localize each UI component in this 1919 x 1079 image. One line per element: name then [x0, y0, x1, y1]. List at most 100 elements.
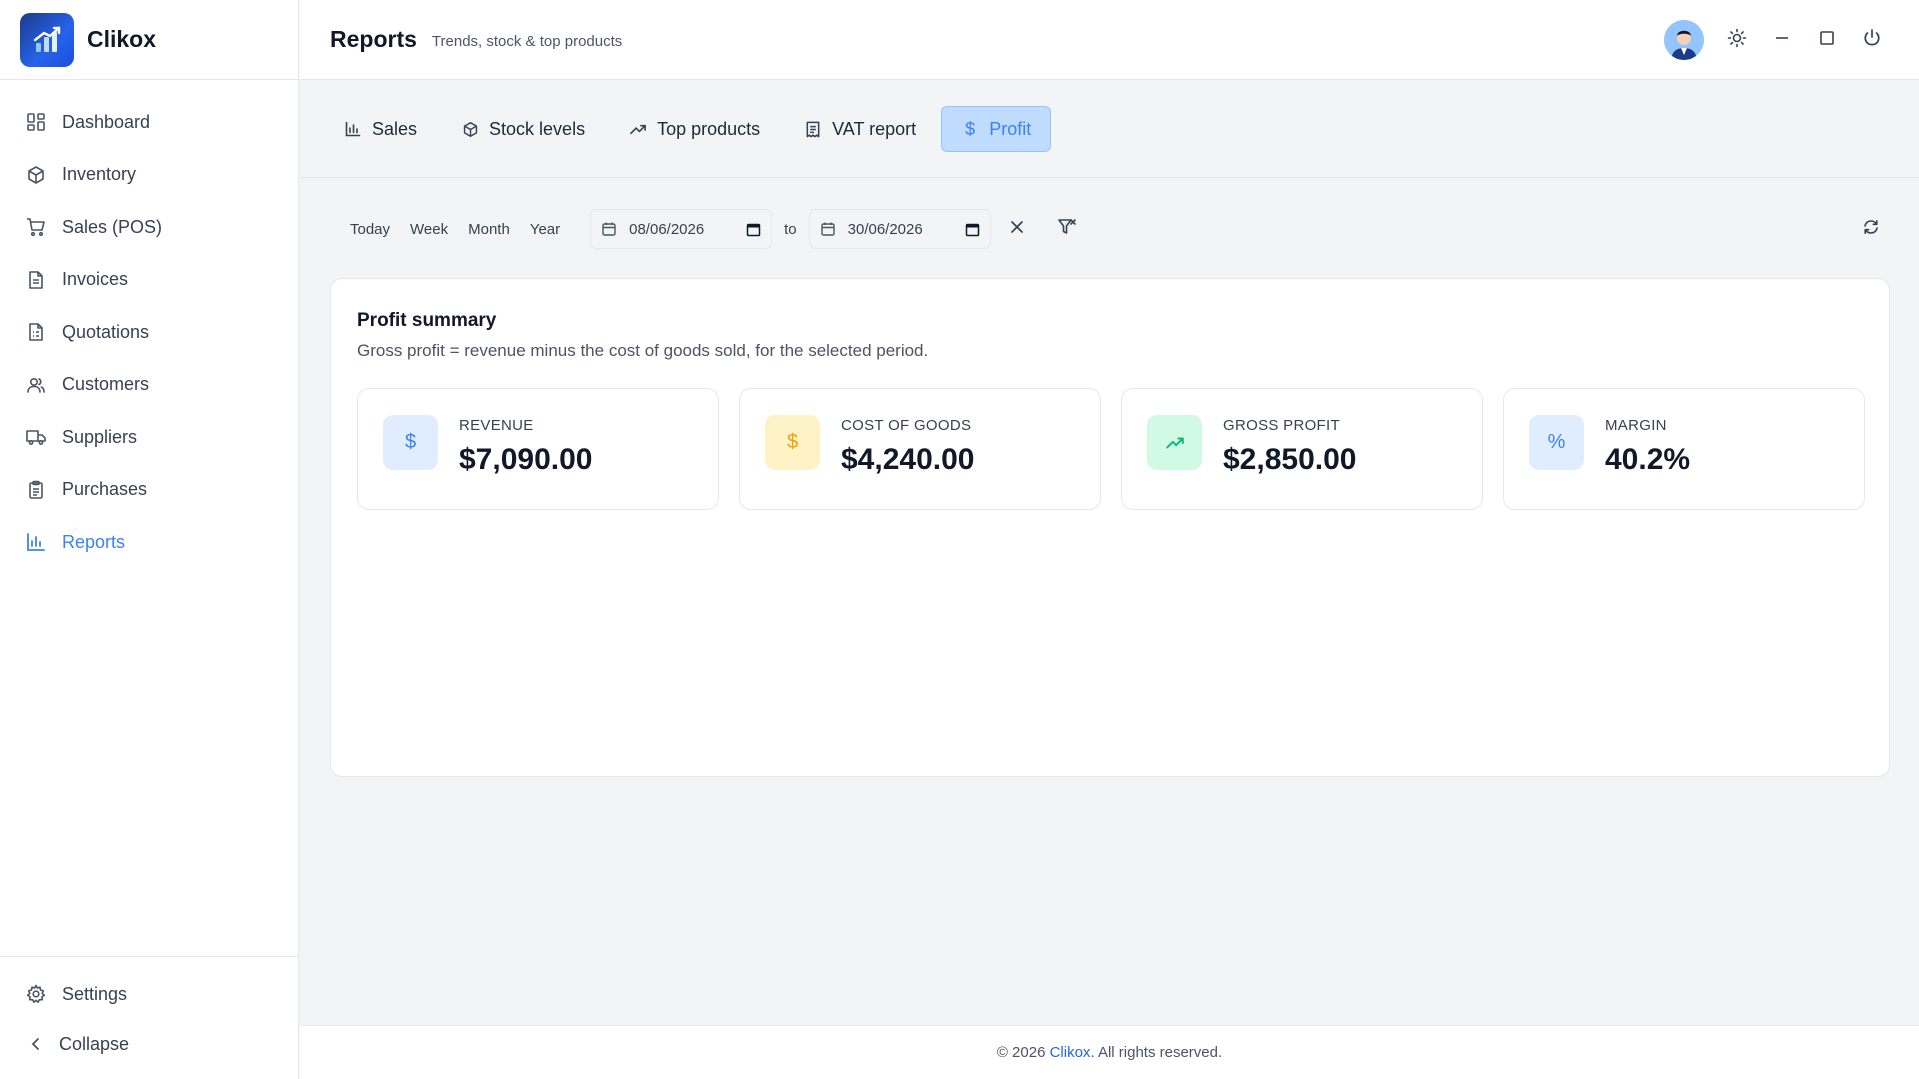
top-header: Reports Trends, stock & top products: [300, 0, 1919, 80]
date-filter-bar: Today Week Month Year 08/06/2026 to 30/0…: [330, 209, 1889, 249]
collapse-button[interactable]: Collapse: [0, 1019, 299, 1069]
dashboard-icon: [25, 111, 47, 133]
tab-label: Top products: [657, 118, 761, 139]
collapse-label: Collapse: [59, 1033, 130, 1054]
sidebar-item-invoices[interactable]: Invoices: [0, 254, 298, 307]
dollar-icon: $: [765, 415, 820, 470]
filter-clear-icon: [1057, 217, 1077, 242]
stat-label: COST OF GOODS: [841, 417, 972, 434]
dollar-icon: $: [965, 118, 976, 139]
settings-label: Settings: [62, 983, 128, 1004]
tab-sales[interactable]: Sales: [325, 106, 436, 152]
trend-up-icon: [629, 120, 647, 138]
sidebar-item-label: Inventory: [62, 164, 137, 185]
date-picker-icon[interactable]: [965, 222, 980, 237]
stat-card-revenue: $ REVENUE $7,090.00: [357, 388, 719, 510]
users-icon: [25, 374, 47, 396]
refresh-icon: [1862, 218, 1880, 241]
stat-value: 40.2%: [1605, 443, 1691, 476]
box-icon: [25, 164, 47, 186]
sidebar-item-label: Purchases: [62, 479, 148, 500]
app-name: Clikox: [87, 26, 157, 52]
clear-dates-button[interactable]: [999, 211, 1035, 247]
to-date-field[interactable]: 30/06/2026: [808, 209, 991, 249]
tab-label: VAT report: [832, 118, 917, 139]
footer-brand-link[interactable]: Clikox: [1050, 1044, 1091, 1061]
tab-label: Sales: [372, 118, 418, 139]
sidebar-item-label: Invoices: [62, 269, 129, 290]
sidebar-nav: Dashboard Inventory Sales (POS) Invoices…: [0, 80, 298, 569]
profit-summary-card: Profit summary Gross profit = revenue mi…: [330, 278, 1890, 777]
stat-cards: $ REVENUE $7,090.00 $ COST OF GOODS $4,2…: [357, 388, 1865, 510]
report-tabs: Sales Stock levels Top products VAT repo…: [300, 81, 1919, 178]
stat-value: $2,850.00: [1223, 443, 1357, 476]
to-date-value: 30/06/2026: [847, 220, 923, 238]
brand: Clikox: [0, 0, 298, 80]
sun-icon: [1727, 28, 1747, 53]
sidebar-item-reports[interactable]: Reports: [0, 516, 298, 569]
sidebar-item-label: Suppliers: [62, 426, 138, 447]
sidebar-item-dashboard[interactable]: Dashboard: [0, 96, 298, 149]
card-title: Profit summary: [357, 310, 497, 331]
from-date-value: 08/06/2026: [629, 220, 705, 238]
maximize-button[interactable]: [1804, 20, 1849, 60]
refresh-button[interactable]: [1853, 211, 1889, 247]
theme-toggle-button[interactable]: [1714, 20, 1759, 60]
sidebar-item-label: Reports: [62, 531, 126, 552]
app-logo[interactable]: [20, 12, 74, 67]
footer-prefix: © 2026: [996, 1044, 1050, 1061]
sidebar-item-customers[interactable]: Customers: [0, 359, 298, 412]
truck-icon: [25, 426, 47, 448]
tab-profit[interactable]: $ Profit: [941, 106, 1052, 152]
header-actions: [1664, 20, 1894, 60]
tab-top-products[interactable]: Top products: [610, 106, 779, 152]
cart-icon: [25, 216, 47, 238]
tab-vat-report[interactable]: VAT report: [785, 106, 935, 152]
quick-filter-month[interactable]: Month: [468, 221, 530, 238]
gear-icon: [25, 983, 47, 1005]
chevron-left-icon: [25, 1033, 47, 1055]
date-picker-icon[interactable]: [746, 222, 761, 237]
sidebar-item-inventory[interactable]: Inventory: [0, 149, 298, 202]
maximize-icon: [1818, 29, 1836, 52]
sidebar-footer: Settings Collapse: [0, 956, 299, 1079]
sidebar-item-purchases[interactable]: Purchases: [0, 464, 298, 517]
sidebar-item-suppliers[interactable]: Suppliers: [0, 411, 298, 464]
quick-filter-week[interactable]: Week: [410, 221, 468, 238]
footer-suffix: . All rights reserved.: [1090, 1044, 1223, 1061]
stat-card-cost-of-goods: $ COST OF GOODS $4,240.00: [739, 388, 1101, 510]
stat-value: $7,090.00: [459, 443, 593, 476]
stat-label: GROSS PROFIT: [1223, 417, 1340, 434]
clipboard-icon: [25, 479, 47, 501]
reset-filter-button[interactable]: [1049, 211, 1085, 247]
sidebar: Clikox Dashboard Inventory Sales (POS) I…: [0, 0, 299, 1079]
close-icon: [1010, 220, 1024, 239]
page-title: Reports: [330, 26, 417, 52]
sidebar-item-label: Sales (POS): [62, 216, 163, 237]
receipt-icon: [804, 120, 822, 138]
quick-filter-year[interactable]: Year: [530, 221, 590, 238]
document-icon: [25, 269, 47, 291]
sidebar-item-settings[interactable]: Settings: [0, 969, 299, 1019]
quotation-icon: [25, 321, 47, 343]
quick-filter-today[interactable]: Today: [350, 221, 410, 238]
power-button[interactable]: [1849, 20, 1894, 60]
from-date-field[interactable]: 08/06/2026: [590, 209, 773, 249]
trend-up-icon: [1147, 415, 1202, 470]
dollar-icon: $: [383, 415, 438, 470]
stat-value: $4,240.00: [841, 443, 975, 476]
stat-label: MARGIN: [1605, 417, 1667, 434]
to-label: to: [784, 220, 797, 238]
stat-label: REVENUE: [459, 417, 534, 434]
avatar[interactable]: [1664, 20, 1704, 60]
bar-chart-icon: [344, 120, 362, 138]
minimize-icon: [1773, 29, 1791, 52]
minimize-button[interactable]: [1759, 20, 1804, 60]
tab-stock-levels[interactable]: Stock levels: [442, 106, 604, 152]
tab-label: Stock levels: [489, 118, 586, 139]
percent-icon: %: [1529, 415, 1584, 470]
sidebar-item-label: Customers: [62, 374, 150, 395]
sidebar-item-sales-pos[interactable]: Sales (POS): [0, 201, 298, 254]
sidebar-item-quotations[interactable]: Quotations: [0, 306, 298, 359]
calendar-icon: [820, 221, 836, 237]
